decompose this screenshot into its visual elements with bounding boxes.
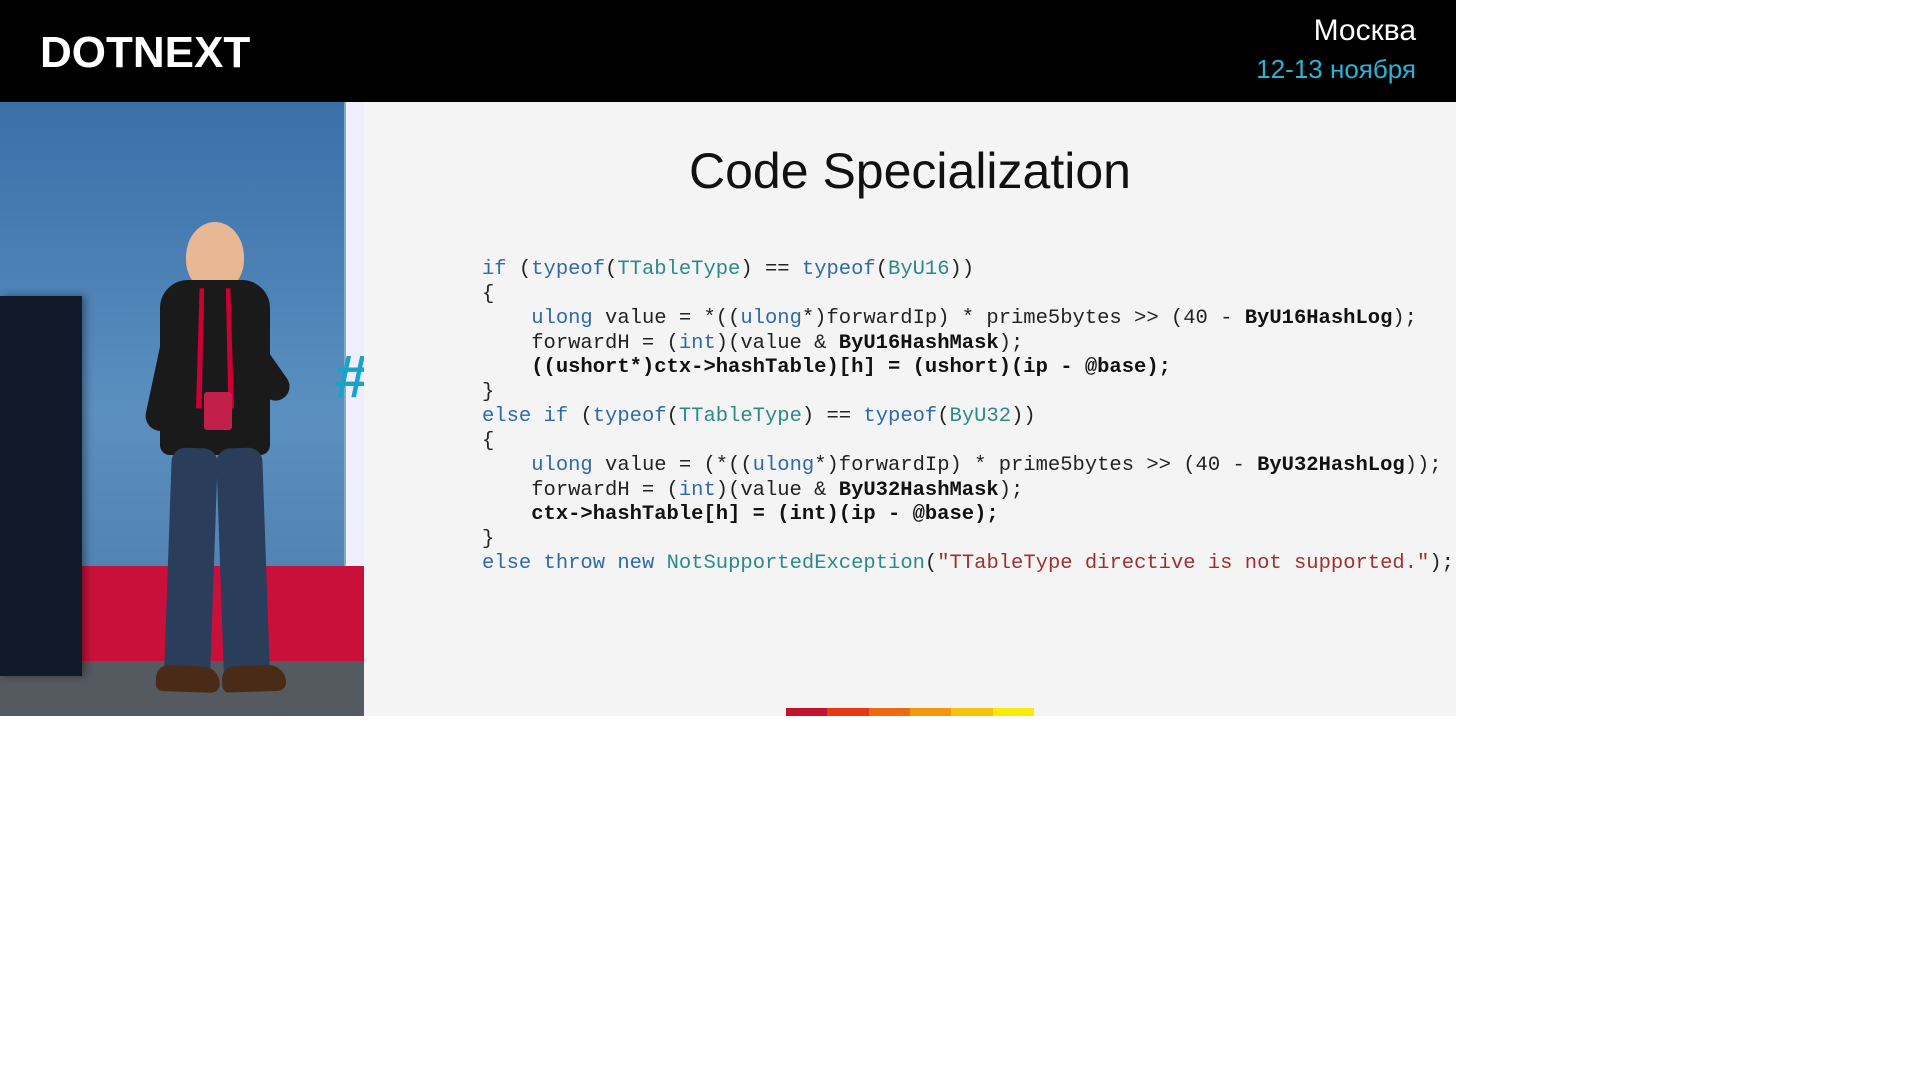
letterbox-bottom bbox=[0, 716, 1456, 816]
header-date: 12-13 ноября bbox=[1256, 54, 1416, 85]
header-bar: DOTNEXT Москва 12-13 ноября bbox=[0, 0, 1456, 102]
code-block: if (typeof(TTableType) == typeof(ByU16))… bbox=[482, 258, 1454, 577]
presentation-slide: Code Specialization if (typeof(TTableTyp… bbox=[364, 102, 1456, 716]
conference-logo: DOTNEXT bbox=[40, 28, 250, 78]
video-frame: DOTNEXT Москва 12-13 ноября # EXT 2017 M… bbox=[0, 0, 1456, 816]
podium bbox=[0, 296, 82, 676]
slide-footer-stripe bbox=[786, 708, 1034, 716]
kw-if: if bbox=[482, 258, 507, 281]
speaker-camera: # EXT 2017 Moscow next bbox=[0, 102, 364, 716]
header-right: Москва 12-13 ноября bbox=[1256, 14, 1416, 85]
speaker-figure bbox=[120, 222, 290, 716]
stage-hash-glyph: # bbox=[335, 342, 364, 411]
header-city: Москва bbox=[1256, 14, 1416, 48]
slide-title: Code Specialization bbox=[364, 142, 1456, 200]
